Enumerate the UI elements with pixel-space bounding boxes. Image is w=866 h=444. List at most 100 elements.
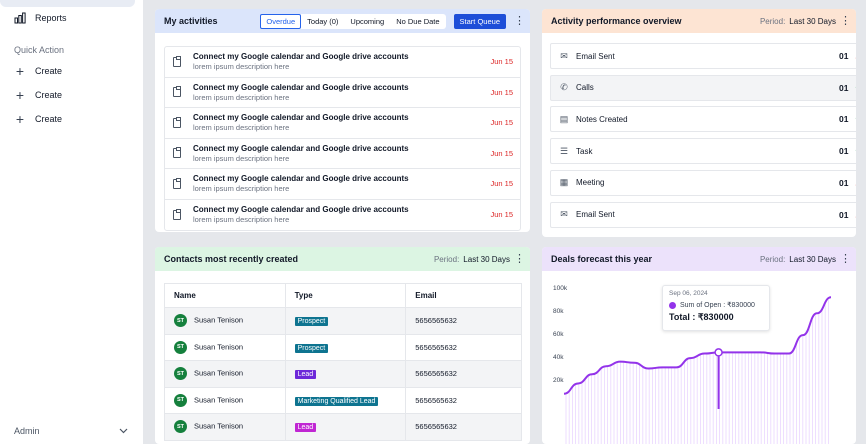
card-header: My activities Overdue Today (0) Upcoming… [155,9,530,33]
contact-name[interactable]: Susan Tenison [194,395,243,404]
card-header: Activity performance overview Period: La… [542,9,856,33]
performance-row[interactable]: ✉Email Sent01↓100% [550,43,856,69]
arrow-up-icon: ↑ [855,146,857,156]
create-label: Create [35,114,63,124]
period-selector[interactable]: Period: Last 30 Days ⋮ [433,254,525,265]
activity-list: Connect my Google calendar and Google dr… [164,46,521,231]
performance-count: 01 [839,51,849,61]
period-value: Last 30 Days [463,254,510,264]
activity-due-date: Jun 15 [490,179,513,189]
contact-name[interactable]: Susan Tenison [194,316,243,325]
contact-name-cell: ST Susan Tenison [164,360,286,388]
contact-name[interactable]: Susan Tenison [194,422,243,431]
tab-today[interactable]: Today (0) [301,14,344,29]
activity-description: lorem ipsum description here [193,123,290,133]
list-item[interactable]: Connect my Google calendar and Google dr… [165,139,520,169]
arrow-down-icon: ↓ [855,51,857,61]
performance-row[interactable]: ✉Email Sent01↓100% [550,201,856,228]
column-header-type[interactable]: Type [285,283,407,308]
period-label: Period: [759,16,786,26]
performance-row[interactable]: ▤Notes Created01↑50% [550,106,856,133]
activity-due-date: Jun 15 [490,57,513,67]
contact-name-cell: ST Susan Tenison [164,334,286,361]
table-row[interactable]: ST Susan Tenison Marketing Qualified Lead 5… [164,387,522,414]
table-row[interactable]: ST Susan Tenison Lead 5656565632 [164,413,522,441]
activity-title: Connect my Google calendar and Google dr… [193,52,409,62]
more-options-icon[interactable]: ⋮ [514,16,525,27]
activity-description: lorem ipsum description here [193,215,290,225]
tooltip-series-text: Sum of Open : ₹830000 [680,302,755,309]
calendar-icon: ▦ [559,177,569,188]
plus-icon: + [15,111,25,127]
performance-row[interactable]: ☰Task01↑50% [550,138,857,165]
clipboard-icon [173,208,181,220]
performance-row[interactable]: ✆Calls01↑50% [550,74,857,101]
tab-upcoming[interactable]: Upcoming [344,14,390,29]
activity-title: Connect my Google calendar and Google dr… [193,143,409,153]
arrow-up-icon: ↑ [855,83,857,93]
contact-name[interactable]: Susan Tenison [194,369,243,378]
contact-type-badge: Prospect [294,317,329,327]
activity-due-date: Jun 15 [490,148,513,158]
activity-title: Connect my Google calendar and Google dr… [193,82,409,92]
phone-icon: ✆ [560,82,568,93]
activity-due-date: Jun 15 [490,87,513,97]
contact-type-badge: Lead [294,370,317,380]
activity-title: Connect my Google calendar and Google dr… [193,174,409,184]
contacts-table: Name Type Email ST Susan Tenison Prospect 5… [164,283,522,441]
my-activities-card: My activities Overdue Today (0) Upcoming… [155,9,530,232]
deals-forecast-chart[interactable] [542,247,856,444]
user-name: Admin [14,426,40,436]
mail-icon: ✉ [560,209,568,219]
contact-type-badge: Prospect [294,343,329,353]
contact-type-cell: Prospect [285,334,407,361]
column-header-name[interactable]: Name [164,283,286,308]
note-icon: ▤ [559,113,569,124]
more-options-icon[interactable]: ⋮ [514,254,525,265]
performance-count: 01 [839,146,849,157]
avatar: ST [174,340,187,354]
sidebar-item-reports[interactable]: Reports [14,12,67,24]
period-label: Period: [433,254,460,264]
tooltip-total: Total : ₹830000 [669,312,734,322]
table-row[interactable]: ST Susan Tenison Prospect 5656565632 [164,334,522,361]
quick-create-item[interactable]: + Create [14,111,63,127]
bar-chart-icon [14,12,26,24]
performance-label: Email Sent [576,51,615,61]
performance-row[interactable]: ▦Meeting01↓100% [550,169,856,196]
quick-create-item[interactable]: + Create [14,88,62,102]
table-row[interactable]: ST Susan Tenison Lead 5656565632 [164,360,522,388]
tab-no-due-date[interactable]: No Due Date [390,14,445,29]
table-row[interactable]: ST Susan Tenison Prospect 5656565632 [164,307,522,335]
contacts-card: Contacts most recently created Period: L… [155,247,530,444]
performance-count: 01 [839,209,849,220]
card-title: Activity performance overview [551,16,682,26]
more-options-icon[interactable]: ⋮ [840,16,851,27]
tooltip-date: Sep 06, 2024 [669,290,708,297]
user-menu[interactable]: Admin [14,426,128,436]
clipboard-icon [173,147,181,159]
contact-type-cell: Lead [285,413,407,441]
performance-label: Notes Created [576,114,628,124]
list-item[interactable]: Connect my Google calendar and Google dr… [165,78,520,108]
list-item[interactable]: Connect my Google calendar and Google dr… [165,108,520,139]
start-queue-button[interactable]: Start Queue [453,13,506,29]
tab-overdue[interactable]: Overdue [260,13,302,29]
avatar: ST [174,314,187,328]
list-item[interactable]: Connect my Google calendar and Google dr… [165,47,520,78]
activity-description: lorem ipsum description here [193,153,290,163]
period-selector[interactable]: Period: Last 30 Days ⋮ [759,16,851,27]
list-item[interactable]: Connect my Google calendar and Google dr… [165,200,520,231]
card-header: Contacts most recently created Period: L… [155,247,530,271]
column-header-email[interactable]: Email [405,283,522,308]
task-list-icon: ☰ [559,145,569,156]
list-item[interactable]: Connect my Google calendar and Google dr… [165,169,520,200]
contact-type-badge: Marketing Qualified Lead [294,396,379,406]
contact-type-cell: Marketing Qualified Lead [285,387,407,414]
contact-name[interactable]: Susan Tenison [194,342,243,351]
quick-create-item[interactable]: + Create [14,64,62,78]
performance-label: Calls [576,83,594,93]
period-value: Last 30 Days [789,16,836,26]
activity-performance-card: Activity performance overview Period: La… [542,9,856,237]
clipboard-icon [173,116,181,128]
